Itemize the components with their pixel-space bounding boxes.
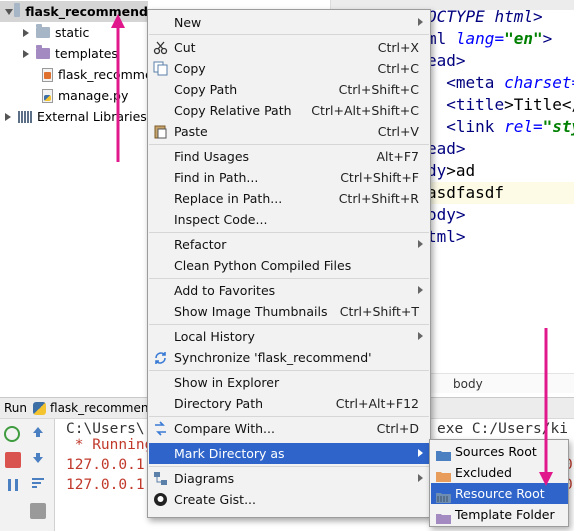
menu-item-copy-relative-path[interactable]: Copy Relative Path Ctrl+Alt+Shift+C bbox=[149, 100, 429, 121]
scissors-icon bbox=[153, 40, 168, 55]
tree-item-static[interactable]: static bbox=[20, 22, 89, 43]
console-line: 127.0.0.1 bbox=[66, 477, 145, 493]
menu-separator bbox=[149, 144, 429, 145]
menu-item-compare-with[interactable]: Compare With... Ctrl+D bbox=[149, 418, 429, 439]
menu-separator bbox=[149, 34, 429, 35]
menu-item-show-image-thumbnails[interactable]: Show Image Thumbnails Ctrl+Shift+T bbox=[149, 301, 429, 322]
submenu-arrow-icon bbox=[418, 449, 423, 457]
menu-item-diagrams[interactable]: Diagrams bbox=[149, 468, 429, 489]
expand-arrow-icon[interactable] bbox=[4, 7, 14, 17]
tree-item-label: static bbox=[55, 25, 90, 40]
menu-separator bbox=[149, 416, 429, 417]
mark-directory-submenu: Sources Root Excluded Resource Root Temp… bbox=[429, 439, 569, 527]
paste-icon bbox=[153, 124, 168, 139]
console-line-tail: exe C:/Users/ki bbox=[437, 421, 568, 437]
collapse-arrow-icon[interactable] bbox=[2, 112, 12, 122]
breadcrumb-item[interactable]: body bbox=[453, 377, 483, 391]
html-file-icon bbox=[42, 67, 53, 82]
context-menu: New Cut Ctrl+X Copy Ctrl+C Copy Path Ctrl+S… bbox=[147, 9, 431, 518]
folder-icon bbox=[36, 24, 50, 38]
submenu-item-excluded[interactable]: Excluded bbox=[431, 462, 568, 483]
menu-item-synchronize[interactable]: Synchronize 'flask_recommend' bbox=[149, 347, 429, 368]
stop-icon[interactable] bbox=[5, 452, 21, 468]
console-line: * Running bbox=[66, 437, 154, 453]
tree-item-label: External Libraries bbox=[37, 109, 147, 124]
menu-item-replace-in-path[interactable]: Replace in Path... Ctrl+Shift+R bbox=[149, 188, 429, 209]
rerun-icon[interactable] bbox=[4, 426, 20, 442]
menu-separator bbox=[149, 232, 429, 233]
menu-item-mark-directory-as[interactable]: Mark Directory as bbox=[149, 443, 429, 464]
menu-item-inspect-code[interactable]: Inspect Code... bbox=[149, 209, 429, 230]
scroll-down-icon[interactable] bbox=[30, 450, 46, 466]
run-config-name[interactable]: flask_recommend bbox=[50, 401, 156, 415]
tree-item-templates[interactable]: templates bbox=[20, 43, 118, 64]
run-title: Run bbox=[4, 401, 28, 415]
menu-item-refactor[interactable]: Refactor bbox=[149, 234, 429, 255]
pause-icon[interactable] bbox=[5, 477, 21, 493]
scroll-up-icon[interactable] bbox=[30, 424, 46, 440]
tree-item-label: templates bbox=[55, 46, 118, 61]
menu-item-copy-path[interactable]: Copy Path Ctrl+Shift+C bbox=[149, 79, 429, 100]
tree-root-label: flask_recommend bbox=[25, 4, 148, 19]
folder-icon bbox=[14, 3, 21, 17]
submenu-item-template-folder[interactable]: Template Folder bbox=[431, 504, 568, 525]
menu-item-local-history[interactable]: Local History bbox=[149, 326, 429, 347]
menu-item-add-to-favorites[interactable]: Add to Favorites bbox=[149, 280, 429, 301]
soft-wrap-icon[interactable] bbox=[30, 475, 46, 491]
template-folder-icon bbox=[36, 45, 50, 59]
submenu-arrow-icon bbox=[418, 332, 423, 340]
print-icon[interactable] bbox=[30, 503, 46, 519]
menu-item-clean-python-compiled-files[interactable]: Clean Python Compiled Files bbox=[149, 255, 429, 276]
menu-separator bbox=[149, 278, 429, 279]
submenu-arrow-icon bbox=[418, 18, 423, 26]
submenu-item-sources-root[interactable]: Sources Root bbox=[431, 441, 568, 462]
menu-item-create-gist[interactable]: Create Gist... bbox=[149, 489, 429, 510]
menu-item-copy[interactable]: Copy Ctrl+C bbox=[149, 58, 429, 79]
tree-item-external-libraries[interactable]: External Libraries bbox=[2, 106, 147, 127]
menu-separator bbox=[149, 324, 429, 325]
template-folder-icon bbox=[436, 509, 451, 530]
menu-separator bbox=[149, 370, 429, 371]
run-toolbar bbox=[0, 419, 55, 531]
github-icon bbox=[153, 492, 168, 507]
tree-root-row[interactable]: flask_recommend bbox=[0, 1, 148, 22]
collapse-arrow-icon[interactable] bbox=[20, 28, 30, 38]
tree-item-manage-py[interactable]: manage.py bbox=[42, 85, 128, 106]
copy-icon bbox=[153, 61, 168, 76]
compare-icon bbox=[153, 421, 168, 436]
python-run-config-icon bbox=[33, 401, 47, 415]
submenu-item-resource-root[interactable]: Resource Root bbox=[431, 483, 568, 504]
submenu-arrow-icon bbox=[418, 474, 423, 482]
diagram-icon bbox=[153, 471, 168, 486]
menu-separator bbox=[149, 466, 429, 467]
library-icon bbox=[18, 110, 32, 123]
console-line: 127.0.0.1 bbox=[66, 457, 145, 473]
menu-item-find-in-path[interactable]: Find in Path... Ctrl+Shift+F bbox=[149, 167, 429, 188]
menu-item-paste[interactable]: Paste Ctrl+V bbox=[149, 121, 429, 142]
collapse-arrow-icon[interactable] bbox=[20, 49, 30, 59]
console-line: C:\Users\ bbox=[66, 421, 145, 437]
menu-item-directory-path[interactable]: Directory Path Ctrl+Alt+F12 bbox=[149, 393, 429, 414]
tree-item-label: manage.py bbox=[58, 88, 129, 103]
python-file-icon bbox=[42, 88, 53, 103]
submenu-arrow-icon bbox=[418, 286, 423, 294]
menu-item-new[interactable]: New bbox=[149, 12, 429, 33]
sync-icon bbox=[153, 350, 168, 365]
submenu-arrow-icon bbox=[418, 240, 423, 248]
menu-item-cut[interactable]: Cut Ctrl+X bbox=[149, 37, 429, 58]
menu-item-find-usages[interactable]: Find Usages Alt+F7 bbox=[149, 146, 429, 167]
menu-item-show-in-explorer[interactable]: Show in Explorer bbox=[149, 372, 429, 393]
